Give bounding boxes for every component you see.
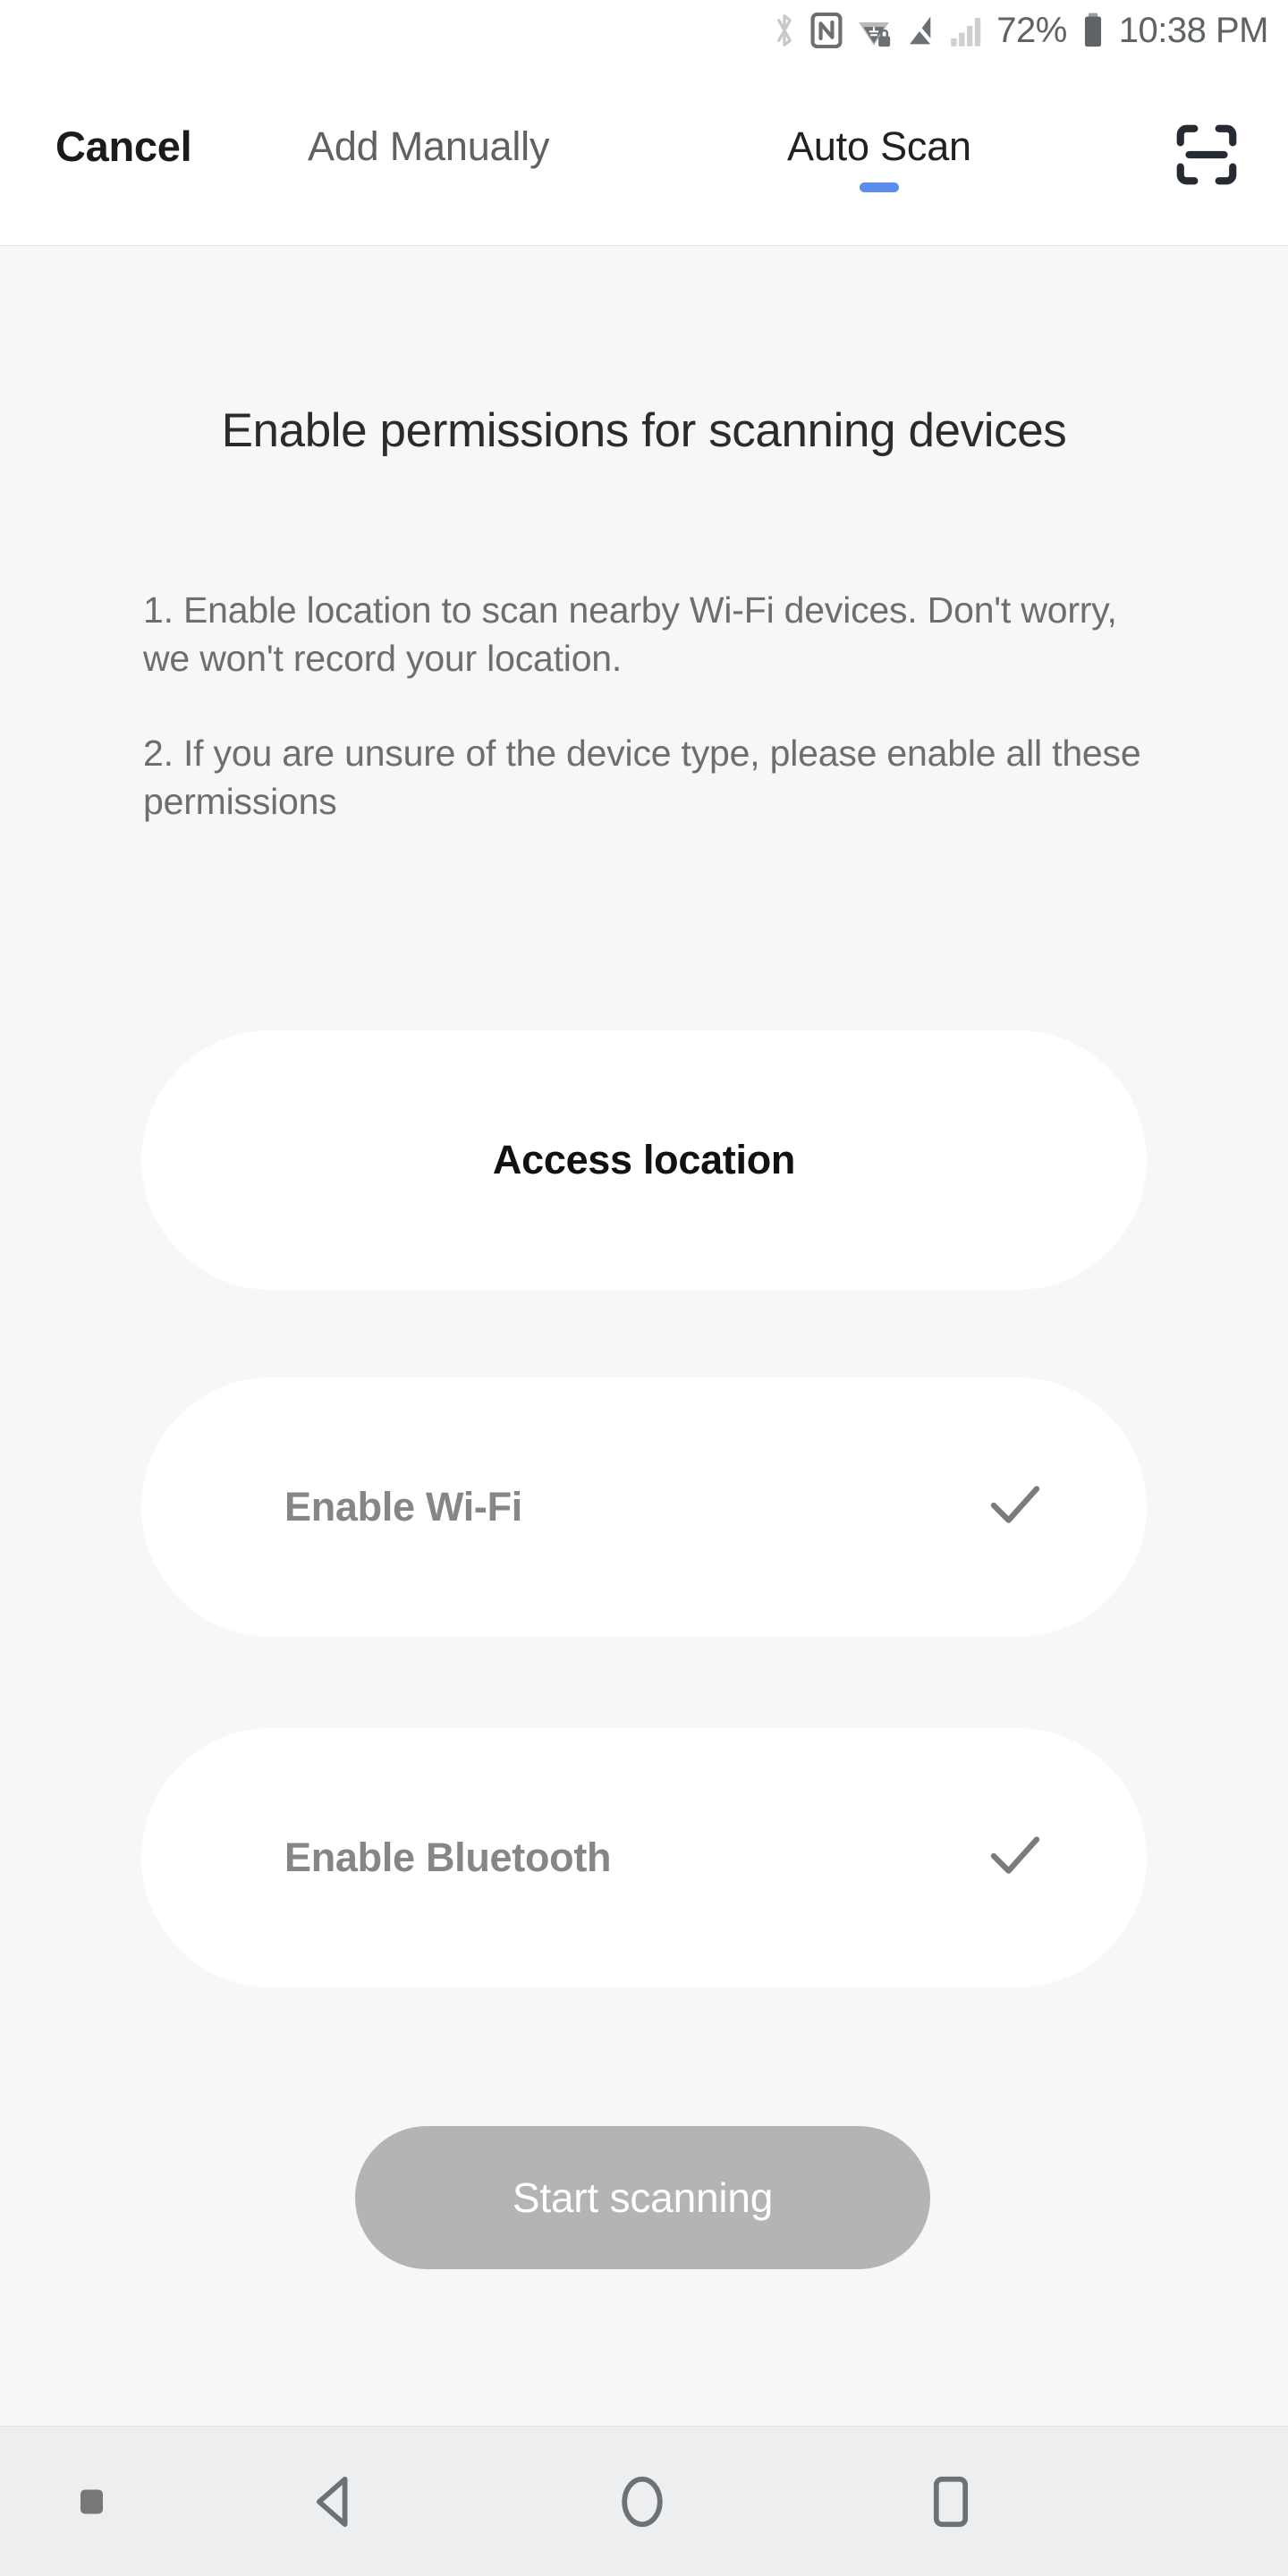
hide-navbar-dot[interactable] (80, 2489, 103, 2513)
permission-card-enable-bluetooth[interactable]: Enable Bluetooth (141, 1728, 1147, 1987)
permission-card-enable-wifi[interactable]: Enable Wi-Fi (141, 1377, 1147, 1637)
signal-off-icon (905, 11, 937, 50)
checkmark-icon (982, 1823, 1048, 1894)
app-header: Cancel Add Manually Auto Scan (0, 61, 1288, 246)
bluetooth-icon (771, 11, 798, 50)
active-tab-indicator (859, 182, 899, 192)
scan-qr-icon[interactable] (1172, 120, 1241, 194)
permission-label: Enable Bluetooth (284, 1835, 612, 1880)
battery-icon (1081, 11, 1105, 50)
checkmark-icon (982, 1472, 1048, 1543)
nfc-icon (810, 11, 843, 50)
permission-label: Enable Wi-Fi (284, 1484, 523, 1530)
tab-auto-scan-label: Auto Scan (787, 123, 971, 169)
permission-card-access-location[interactable]: Access location (141, 1030, 1147, 1290)
home-icon[interactable] (593, 2453, 691, 2551)
cancel-button[interactable]: Cancel (55, 122, 192, 171)
status-bar: 72% 10:38 PM (0, 0, 1288, 61)
recents-icon[interactable] (902, 2453, 1000, 2551)
wifi-vpn-icon (855, 11, 893, 50)
battery-percent-label: 72% (996, 11, 1067, 50)
tab-auto-scan[interactable]: Auto Scan (787, 123, 971, 192)
back-icon[interactable] (284, 2453, 383, 2551)
android-nav-bar (0, 2426, 1288, 2576)
start-scanning-label: Start scanning (512, 2174, 774, 2221)
page-title: Enable permissions for scanning devices (221, 404, 1067, 457)
instruction-2: 2. If you are unsure of the device type,… (143, 733, 1141, 823)
clock-label: 10:38 PM (1118, 11, 1269, 50)
signal-bars-icon (950, 11, 984, 50)
phone-screen: 72% 10:38 PM Cancel Add Manually Auto Sc… (0, 0, 1288, 2576)
tab-add-manually[interactable]: Add Manually (308, 123, 549, 170)
permission-label: Access location (492, 1137, 796, 1182)
instruction-1: 1. Enable location to scan nearby Wi-Fi … (143, 589, 1117, 680)
start-scanning-button[interactable]: Start scanning (355, 2126, 930, 2269)
